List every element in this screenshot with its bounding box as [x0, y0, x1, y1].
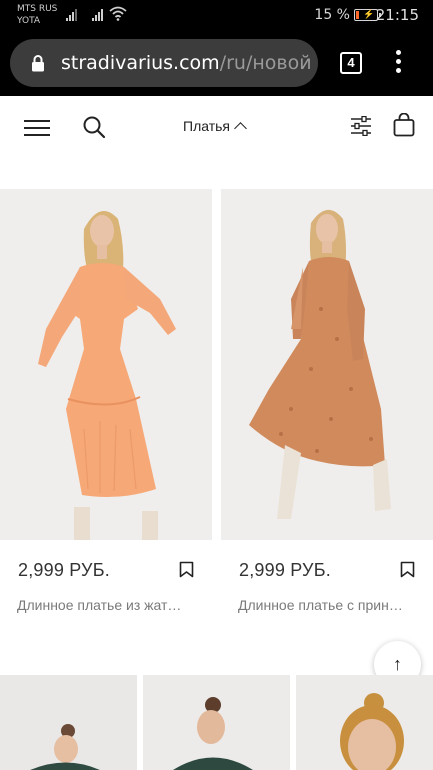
- clock: 21:15: [375, 6, 419, 24]
- url-host: stradivarius.com: [61, 52, 220, 74]
- product-name[interactable]: Длинное платье с прин…: [238, 597, 418, 613]
- url-bar[interactable]: stradivarius.com/ru/новой-к: [10, 39, 318, 87]
- filter-icon[interactable]: [350, 116, 372, 136]
- battery-icon: ⚡: [354, 9, 381, 21]
- category-label: Платья: [183, 118, 230, 134]
- product-image[interactable]: [143, 675, 290, 770]
- wifi-icon: [109, 6, 127, 21]
- model-photo: [143, 675, 290, 770]
- battery-fill: [356, 11, 359, 19]
- menu-icon[interactable]: [24, 120, 50, 138]
- product-price: 2,999 РУБ.: [18, 560, 110, 580]
- url-text[interactable]: stradivarius.com/ru/новой-к: [61, 52, 311, 74]
- product-image[interactable]: [0, 675, 137, 770]
- chevron-up-icon: [234, 122, 247, 135]
- category-dropdown[interactable]: Платья: [183, 118, 247, 135]
- url-path: /ru/новой-к: [219, 52, 311, 74]
- shopping-bag-icon[interactable]: [393, 113, 415, 137]
- signal-icon: [66, 8, 80, 21]
- bookmark-icon[interactable]: [400, 561, 415, 578]
- browser-menu-icon[interactable]: [393, 50, 403, 76]
- product-image[interactable]: [296, 675, 433, 770]
- carrier-label: MTS RUS YOTA: [17, 3, 57, 27]
- model-photo: [0, 189, 212, 540]
- carrier-line-1: MTS RUS: [17, 4, 58, 14]
- search-icon[interactable]: [82, 115, 106, 139]
- carrier-line-2: YOTA: [17, 16, 41, 26]
- site-header: Платья: [0, 96, 433, 158]
- tab-switcher-button[interactable]: 4: [340, 52, 362, 74]
- status-bar: MTS RUS YOTA 15 % ⚡ 21:15: [0, 0, 433, 32]
- product-image[interactable]: [0, 189, 212, 540]
- product-card[interactable]: [0, 189, 212, 540]
- model-photo: [296, 675, 433, 770]
- signal-icon-2: [92, 8, 106, 21]
- product-name[interactable]: Длинное платье из жат…: [17, 597, 197, 613]
- product-image[interactable]: [221, 189, 433, 540]
- lock-icon: [32, 55, 44, 72]
- model-photo: [0, 675, 137, 770]
- product-price: 2,999 РУБ.: [239, 560, 331, 580]
- product-card[interactable]: [221, 189, 433, 540]
- battery-percent: 15 %: [314, 7, 350, 23]
- browser-toolbar: stradivarius.com/ru/новой-к 4: [0, 32, 433, 96]
- bookmark-icon[interactable]: [179, 561, 194, 578]
- model-photo: [221, 189, 433, 540]
